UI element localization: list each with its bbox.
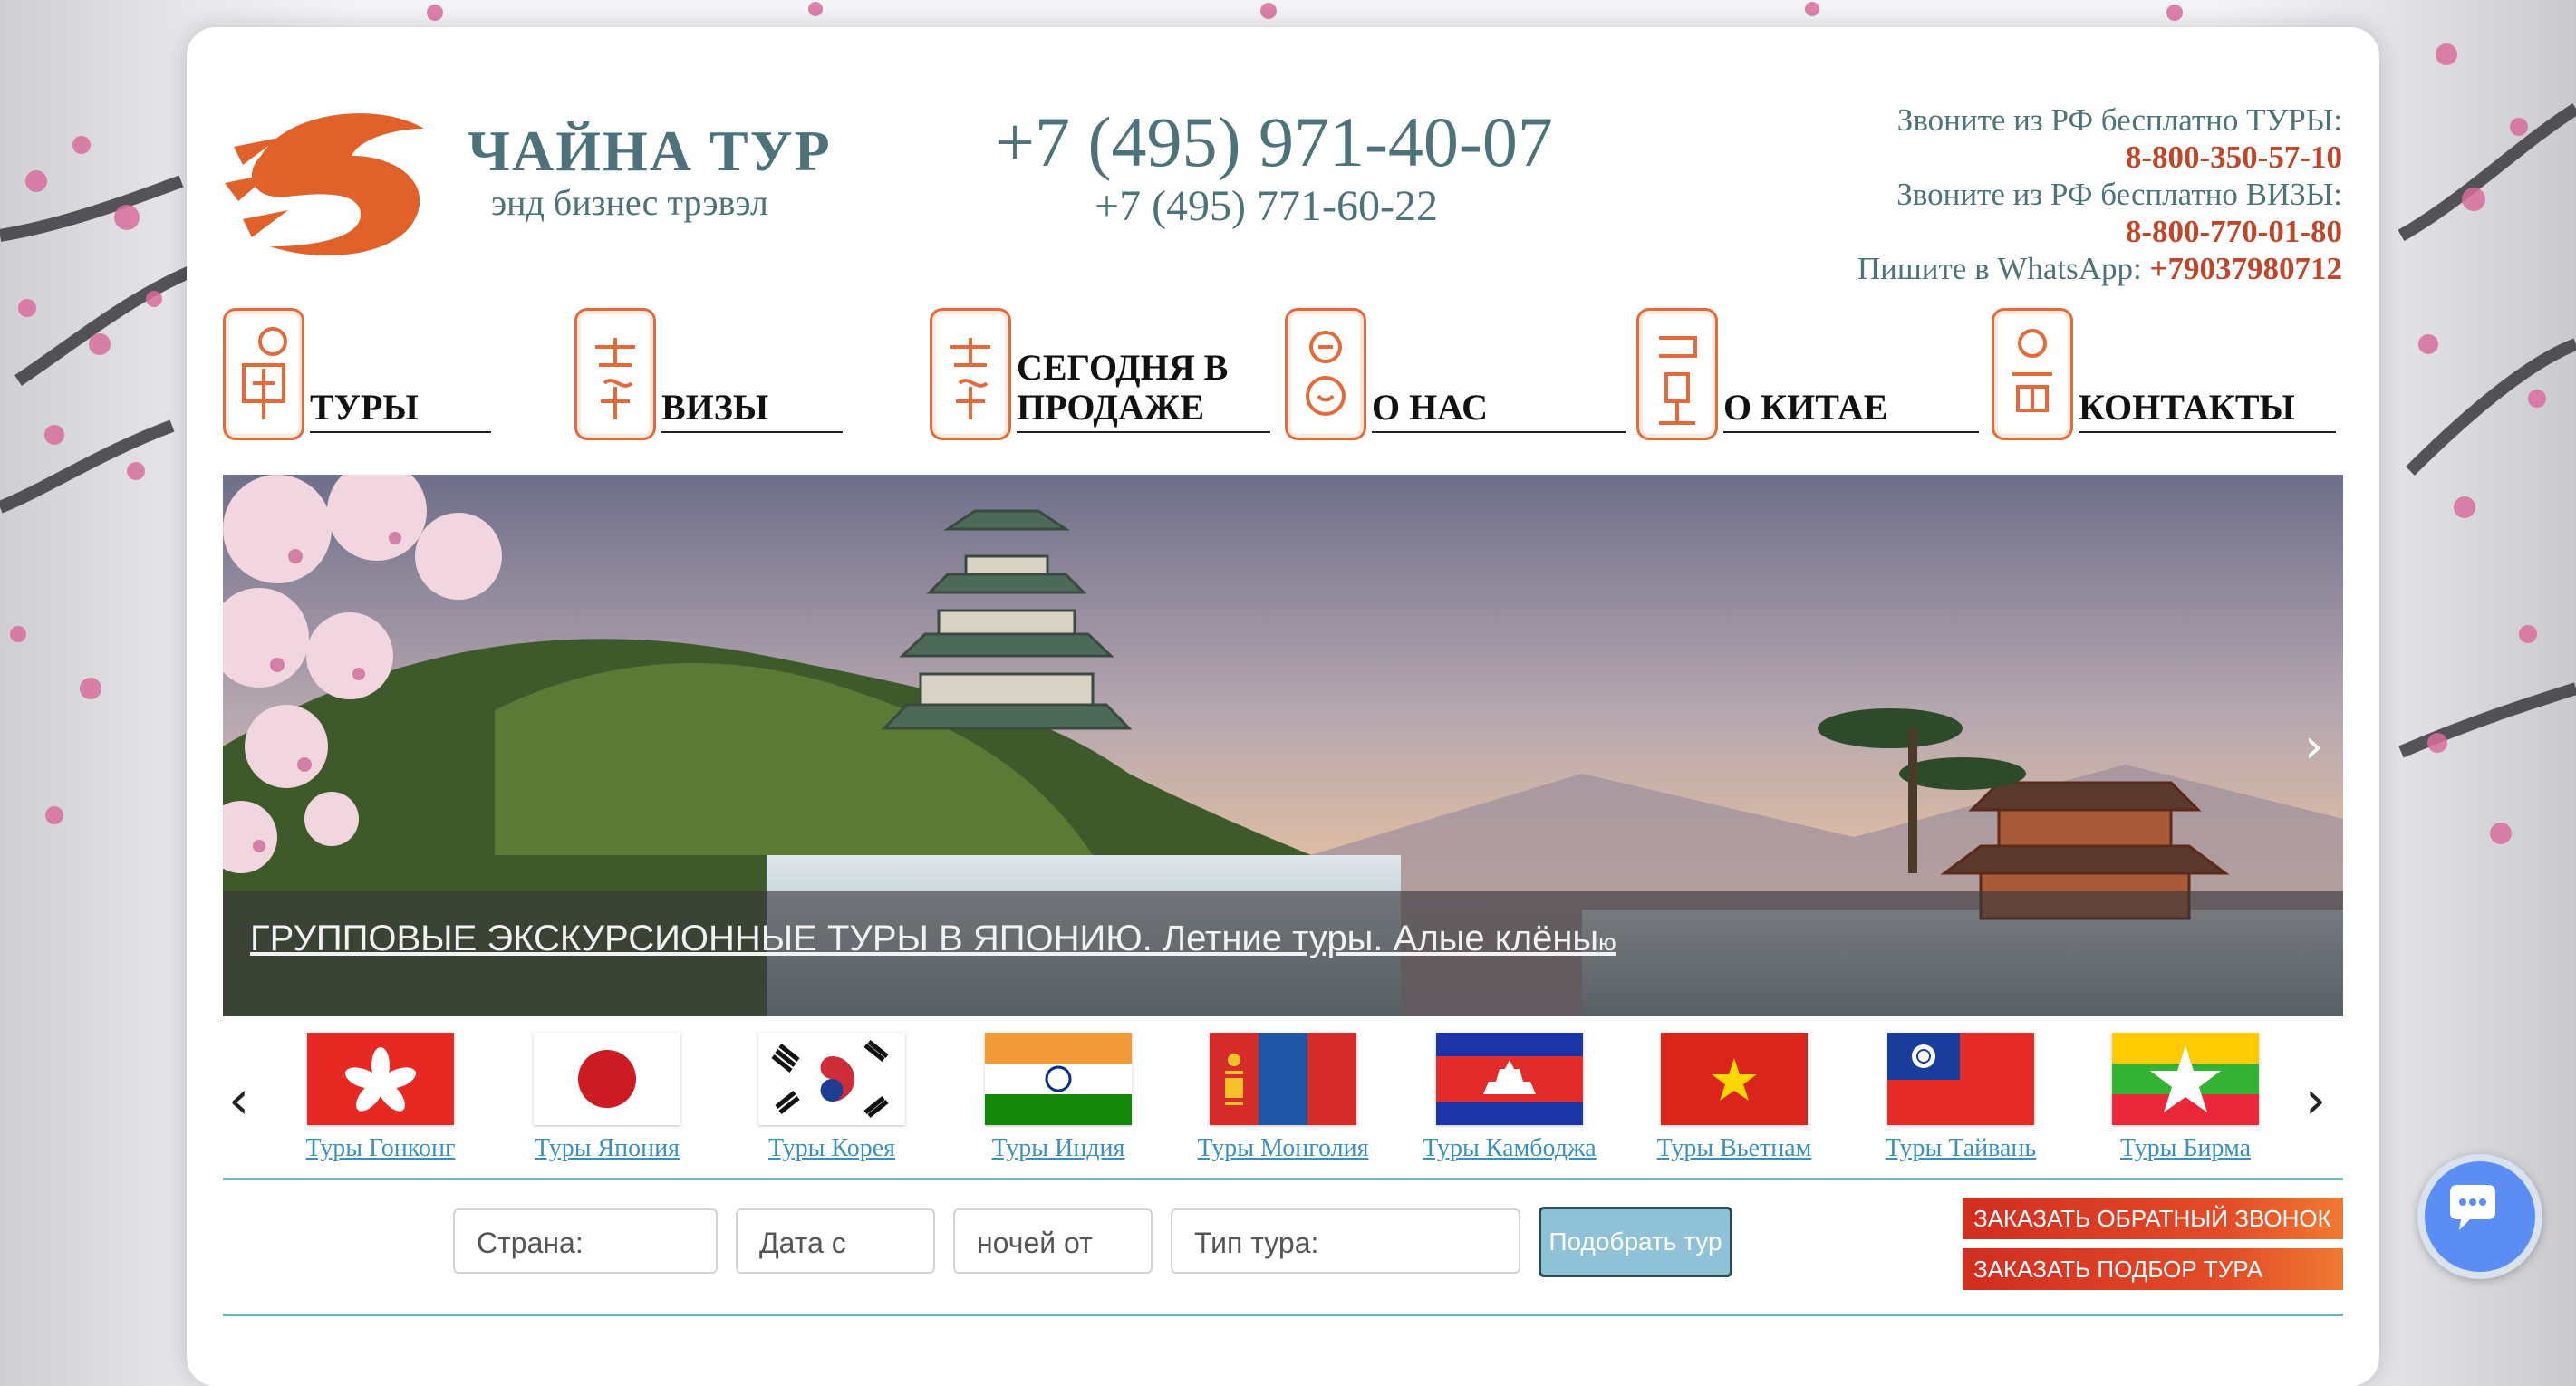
country-label-taiwan[interactable]: Туры Тайвань: [1870, 1134, 2051, 1163]
mongolia-flag-icon: [1210, 1033, 1356, 1125]
country-carousel: ‹ Туры Гонконг Туры Япония Туры Корея Ту…: [223, 1033, 2343, 1169]
country-select[interactable]: Страна:: [453, 1208, 718, 1274]
visas-phone[interactable]: 8-800-770-01-80: [1857, 213, 2342, 250]
nav-label-about-china: О КИТАЕ: [1723, 388, 1979, 433]
country-label-burma[interactable]: Туры Бирма: [2095, 1134, 2276, 1163]
india-flag-icon: [985, 1033, 1132, 1125]
country-item-korea[interactable]: Туры Корея: [741, 1033, 922, 1163]
nav-label-about: О НАС: [1372, 388, 1626, 433]
brand-title[interactable]: ЧАЙНА ТУР: [468, 118, 832, 185]
chat-widget-button[interactable]: [2417, 1154, 2542, 1279]
nav-label-tours: ТУРЫ: [310, 388, 491, 433]
slide-caption-link[interactable]: ГРУППОВЫЕ ЭКСКУРСИОННЫЕ ТУРЫ В ЯПОНИЮ. Л…: [250, 919, 1616, 959]
nights-from-input[interactable]: ночей от: [953, 1208, 1153, 1274]
dragon-logo-icon[interactable]: [225, 101, 442, 265]
carousel-prev-arrow-icon[interactable]: ‹: [228, 1069, 249, 1131]
hong-kong-flag-icon: [307, 1033, 454, 1125]
country-label-japan[interactable]: Туры Япония: [516, 1134, 698, 1163]
country-label-vietnam[interactable]: Туры Вьетнам: [1644, 1134, 1825, 1163]
country-item-mongolia[interactable]: Туры Монголия: [1192, 1033, 1374, 1163]
order-callback-button[interactable]: ЗАКАЗАТЬ ОБРАТНЫЙ ЗВОНОК: [1963, 1198, 2343, 1239]
visas-seal-icon: [574, 308, 656, 440]
nav-label-visas: ВИЗЫ: [661, 388, 843, 433]
chat-icon: [2450, 1185, 2495, 1230]
country-item-hong-kong[interactable]: Туры Гонконг: [290, 1033, 471, 1163]
divider-bottom: [223, 1314, 2343, 1316]
main-nav: ТУРЫ ВИЗЫ СЕГОДНЯ В ПРОДАЖЕ О НАС О КИТА…: [223, 308, 2336, 444]
divider-top: [223, 1178, 2343, 1180]
country-label-hong-kong[interactable]: Туры Гонконг: [290, 1134, 471, 1163]
country-label-india[interactable]: Туры Индия: [968, 1134, 1149, 1163]
tours-seal-icon: [223, 308, 304, 440]
country-label-mongolia[interactable]: Туры Монголия: [1192, 1134, 1374, 1163]
country-label-cambodia[interactable]: Туры Камбоджа: [1419, 1134, 1600, 1163]
burma-flag-icon: [2112, 1033, 2259, 1125]
cambodia-flag-icon: [1436, 1033, 1583, 1125]
whatsapp-phone[interactable]: +79037980712: [2150, 251, 2342, 286]
japan-flag-icon: [534, 1033, 680, 1125]
country-item-india[interactable]: Туры Индия: [968, 1033, 1149, 1163]
tours-phone[interactable]: 8-800-350-57-10: [1857, 139, 2342, 176]
phone-second[interactable]: +7 (495) 771-60-22: [1095, 181, 1438, 231]
taiwan-flag-icon: [1887, 1033, 2034, 1125]
whatsapp-label: Пишите в WhatsApp:: [1857, 251, 2142, 286]
find-tour-button[interactable]: Подобрать тур: [1539, 1207, 1732, 1277]
korea-flag-icon: [758, 1033, 905, 1125]
vietnam-flag-icon: [1661, 1033, 1808, 1125]
nav-label-on-sale: СЕГОДНЯ В ПРОДАЖЕ: [1017, 348, 1270, 433]
country-item-japan[interactable]: Туры Япония: [516, 1033, 698, 1163]
visas-phone-label: Звоните из РФ бесплатно ВИЗЫ:: [1896, 177, 2342, 212]
order-tour-selection-button[interactable]: ЗАКАЗАТЬ ПОДБОР ТУРА: [1963, 1248, 2343, 1290]
hero-slider[interactable]: › ГРУППОВЫЕ ЭКСКУРСИОННЫЕ ТУРЫ В ЯПОНИЮ.…: [223, 475, 2343, 1016]
sale-seal-icon: [930, 308, 1011, 440]
country-item-cambodia[interactable]: Туры Камбоджа: [1419, 1033, 1600, 1163]
carousel-next-arrow-icon[interactable]: ›: [2305, 1069, 2326, 1131]
contact-block: Звоните из РФ бесплатно ТУРЫ: 8-800-350-…: [1857, 101, 2342, 287]
contacts-seal-icon: [1992, 308, 2073, 440]
country-label-korea[interactable]: Туры Корея: [741, 1134, 922, 1163]
tours-phone-label: Звоните из РФ бесплатно ТУРЫ:: [1896, 102, 2342, 138]
slide-caption-tail: ю: [1598, 929, 1616, 956]
brand-subtitle: энд бизнес трэвэл: [491, 182, 768, 223]
tour-type-select[interactable]: Тип тура:: [1171, 1208, 1520, 1274]
slide-caption-bar: ГРУППОВЫЕ ЭКСКУРСИОННЫЕ ТУРЫ В ЯПОНИЮ. Л…: [223, 891, 2343, 1016]
phone-main[interactable]: +7 (495) 971-40-07: [995, 101, 1553, 183]
country-item-taiwan[interactable]: Туры Тайвань: [1870, 1033, 2051, 1163]
slider-next-arrow-icon[interactable]: ›: [2304, 719, 2323, 774]
about-seal-icon: [1285, 308, 1366, 440]
china-seal-icon: [1636, 308, 1718, 440]
date-from-input[interactable]: Дата с: [736, 1208, 935, 1274]
nav-label-contacts: КОНТАКТЫ: [2079, 388, 2336, 433]
whatsapp-line: Пишите в WhatsApp: +79037980712: [1857, 250, 2342, 287]
country-item-vietnam[interactable]: Туры Вьетнам: [1644, 1033, 1825, 1163]
country-item-burma[interactable]: Туры Бирма: [2095, 1033, 2276, 1163]
